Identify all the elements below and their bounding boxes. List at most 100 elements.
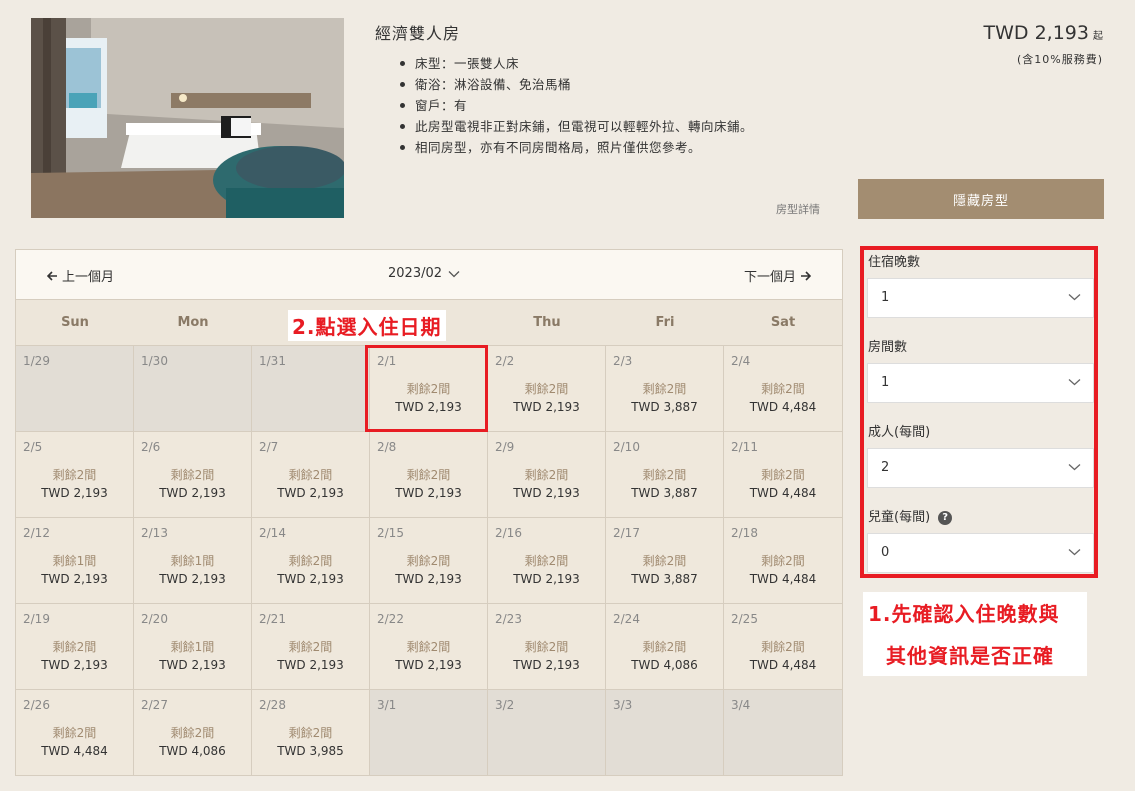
calendar-day[interactable]: 2/23 剩餘2間 TWD 2,193 bbox=[488, 604, 606, 690]
day-price: TWD 2,193 bbox=[41, 486, 108, 500]
weekday-thu: Thu bbox=[533, 315, 561, 330]
calendar-day[interactable]: 2/20 剩餘1間 TWD 2,193 bbox=[134, 604, 252, 690]
room-title: 經濟雙人房 bbox=[375, 24, 461, 43]
day-number: 2/15 bbox=[377, 526, 404, 540]
calendar-day: 1/30 bbox=[134, 346, 252, 432]
help-icon[interactable]: ? bbox=[938, 511, 953, 525]
rooms-remaining: 剩餘2間 bbox=[288, 726, 333, 740]
room-detail-link[interactable]: 房型詳情 bbox=[776, 201, 820, 217]
day-price: TWD 2,193 bbox=[395, 572, 462, 586]
children-select[interactable]: 0 bbox=[867, 533, 1094, 573]
calendar-day[interactable]: 2/22 剩餘2間 TWD 2,193 bbox=[370, 604, 488, 690]
day-price: TWD 2,193 bbox=[277, 486, 344, 500]
day-number: 2/27 bbox=[141, 698, 168, 712]
annotation-confirm-info: 1.先確認入住晚數與 其他資訊是否正確 bbox=[863, 592, 1087, 676]
calendar-nav: 上一個月 2023/02 下一個月 bbox=[16, 250, 842, 300]
day-number: 1/30 bbox=[141, 354, 168, 368]
rooms-remaining: 剩餘2間 bbox=[288, 468, 333, 482]
day-number: 2/11 bbox=[731, 440, 758, 454]
day-number: 1/31 bbox=[259, 354, 286, 368]
calendar-day[interactable]: 2/4 剩餘2間 TWD 4,484 bbox=[724, 346, 842, 432]
rooms-remaining: 剩餘1間 bbox=[52, 554, 97, 568]
calendar-day[interactable]: 2/6 剩餘2間 TWD 2,193 bbox=[134, 432, 252, 518]
calendar-day[interactable]: 2/27 剩餘2間 TWD 4,086 bbox=[134, 690, 252, 776]
day-price: TWD 2,193 bbox=[513, 658, 580, 672]
calendar-day[interactable]: 2/12 剩餘1間 TWD 2,193 bbox=[16, 518, 134, 604]
children-label: 兒童(每間) bbox=[868, 510, 931, 525]
weekday-fri: Fri bbox=[655, 315, 675, 330]
day-price: TWD 2,193 bbox=[277, 658, 344, 672]
annotation-confirm-line1: 1.先確認入住晚數與 bbox=[868, 602, 1060, 626]
highlight-selected-date bbox=[365, 345, 488, 432]
price-suffix: 起 bbox=[1093, 31, 1103, 42]
chevron-down-icon bbox=[448, 270, 460, 277]
day-price: TWD 3,887 bbox=[631, 400, 698, 414]
room-price: TWD 2,193 起 bbox=[984, 22, 1103, 44]
rooms-remaining: 剩餘2間 bbox=[288, 640, 333, 654]
calendar-day[interactable]: 2/18 剩餘2間 TWD 4,484 bbox=[724, 518, 842, 604]
day-price: TWD 2,193 bbox=[159, 658, 226, 672]
day-number: 2/5 bbox=[23, 440, 43, 454]
rooms-select[interactable]: 1 bbox=[867, 363, 1094, 403]
rooms-remaining: 剩餘2間 bbox=[524, 382, 569, 396]
day-price: TWD 4,484 bbox=[749, 400, 817, 414]
day-price: TWD 4,484 bbox=[749, 572, 817, 586]
prev-month-label: 上一個月 bbox=[62, 270, 115, 285]
day-price: TWD 2,193 bbox=[395, 658, 462, 672]
calendar-day[interactable]: 2/14 剩餘2間 TWD 2,193 bbox=[252, 518, 370, 604]
day-number: 2/23 bbox=[495, 612, 522, 626]
rooms-remaining: 剩餘2間 bbox=[642, 554, 687, 568]
adults-value: 2 bbox=[881, 460, 890, 475]
calendar-day[interactable]: 2/24 剩餘2間 TWD 4,086 bbox=[606, 604, 724, 690]
calendar-day[interactable]: 2/15 剩餘2間 TWD 2,193 bbox=[370, 518, 488, 604]
prev-month-button[interactable]: 上一個月 bbox=[47, 266, 114, 285]
calendar-day[interactable]: 2/10 剩餘2間 TWD 3,887 bbox=[606, 432, 724, 518]
calendar-day[interactable]: 2/7 剩餘2間 TWD 2,193 bbox=[252, 432, 370, 518]
day-number: 2/17 bbox=[613, 526, 640, 540]
hide-room-button[interactable]: 隱藏房型 bbox=[858, 179, 1104, 219]
calendar-day[interactable]: 2/16 剩餘2間 TWD 2,193 bbox=[488, 518, 606, 604]
calendar-day[interactable]: 2/19 剩餘2間 TWD 2,193 bbox=[16, 604, 134, 690]
calendar-day[interactable]: 2/26 剩餘2間 TWD 4,484 bbox=[16, 690, 134, 776]
nights-value: 1 bbox=[881, 290, 890, 305]
nights-select[interactable]: 1 bbox=[867, 278, 1094, 318]
day-price: TWD 4,484 bbox=[749, 658, 817, 672]
day-price: TWD 4,086 bbox=[159, 744, 226, 758]
calendar-day: 1/29 bbox=[16, 346, 134, 432]
calendar-day[interactable]: 2/25 剩餘2間 TWD 4,484 bbox=[724, 604, 842, 690]
adults-select[interactable]: 2 bbox=[867, 448, 1094, 488]
calendar-day[interactable]: 2/17 剩餘2間 TWD 3,887 bbox=[606, 518, 724, 604]
day-number: 2/18 bbox=[731, 526, 758, 540]
day-number: 2/16 bbox=[495, 526, 522, 540]
day-number: 2/21 bbox=[259, 612, 286, 626]
rooms-remaining: 剩餘2間 bbox=[761, 382, 805, 396]
calendar-day[interactable]: 2/9 剩餘2間 TWD 2,193 bbox=[488, 432, 606, 518]
rooms-remaining: 剩餘2間 bbox=[642, 468, 687, 482]
rooms-remaining: 剩餘2間 bbox=[52, 468, 97, 482]
month-selector[interactable]: 2023/02 bbox=[388, 266, 460, 281]
room-photo[interactable] bbox=[31, 18, 344, 218]
chevron-down-icon bbox=[1068, 379, 1081, 386]
feature-item: 相同房型，亦有不同房間格局，照片僅供您參考。 bbox=[398, 137, 753, 158]
adults-label: 成人(每間) bbox=[868, 425, 931, 440]
calendar-day[interactable]: 2/21 剩餘2間 TWD 2,193 bbox=[252, 604, 370, 690]
calendar-day[interactable]: 2/8 剩餘2間 TWD 2,193 bbox=[370, 432, 488, 518]
day-price: TWD 3,887 bbox=[631, 572, 698, 586]
calendar-day[interactable]: 2/13 剩餘1間 TWD 2,193 bbox=[134, 518, 252, 604]
day-number: 2/25 bbox=[731, 612, 758, 626]
rooms-remaining: 剩餘2間 bbox=[170, 726, 215, 740]
nights-label: 住宿晚數 bbox=[868, 255, 921, 270]
rooms-remaining: 剩餘2間 bbox=[642, 640, 687, 654]
day-number: 2/19 bbox=[23, 612, 50, 626]
calendar-day[interactable]: 2/5 剩餘2間 TWD 2,193 bbox=[16, 432, 134, 518]
calendar-day[interactable]: 2/3 剩餘2間 TWD 3,887 bbox=[606, 346, 724, 432]
day-number: 2/7 bbox=[259, 440, 279, 454]
day-number: 2/28 bbox=[259, 698, 286, 712]
calendar-day[interactable]: 2/2 剩餘2間 TWD 2,193 bbox=[488, 346, 606, 432]
calendar-day[interactable]: 2/28 剩餘2間 TWD 3,985 bbox=[252, 690, 370, 776]
day-price: TWD 2,193 bbox=[41, 658, 108, 672]
next-month-button[interactable]: 下一個月 bbox=[744, 266, 811, 285]
calendar-day[interactable]: 2/11 剩餘2間 TWD 4,484 bbox=[724, 432, 842, 518]
day-number: 3/2 bbox=[495, 698, 515, 712]
rooms-remaining: 剩餘2間 bbox=[406, 468, 451, 482]
